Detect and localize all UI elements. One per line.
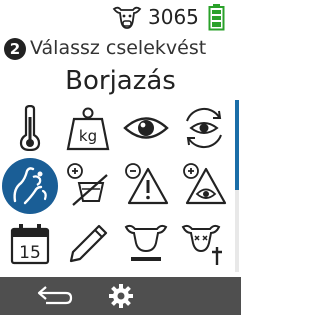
action-observe-add[interactable] <box>178 158 230 210</box>
action-calendar[interactable]: 15 <box>4 218 56 270</box>
eye-recheck-icon <box>186 107 222 149</box>
action-remove-cow[interactable] <box>120 218 172 270</box>
page-subtitle: Borjazás <box>65 66 176 96</box>
status-bar: 3065 <box>0 0 241 34</box>
battery-full-icon <box>208 4 225 31</box>
action-observe-recheck[interactable] <box>178 102 230 154</box>
cow-dead-icon <box>181 224 222 265</box>
scrollbar-thumb[interactable] <box>235 100 239 190</box>
calving-icon <box>13 167 47 205</box>
cow-remove-icon <box>124 224 168 261</box>
cow-head-icon <box>112 6 142 29</box>
thermometer-icon <box>19 105 41 151</box>
back-arrow-icon[interactable] <box>36 283 74 307</box>
page-title: Válassz cselekvést <box>30 37 207 59</box>
action-weight[interactable]: kg <box>62 102 114 154</box>
calendar-icon: 15 <box>10 224 50 265</box>
action-grid: kg 15 <box>0 102 232 274</box>
svg-text:15: 15 <box>19 243 41 263</box>
pencil-icon <box>69 224 108 263</box>
weight-kg-icon: kg <box>66 107 110 151</box>
eye-plus-icon <box>183 163 227 205</box>
milk-no-icon <box>67 163 108 206</box>
action-edit[interactable] <box>62 218 114 270</box>
action-dead-cow[interactable] <box>178 218 230 270</box>
svg-text:kg: kg <box>79 127 97 145</box>
action-warning[interactable] <box>120 158 172 210</box>
step-number-badge: 2 <box>4 38 26 60</box>
action-observe[interactable] <box>120 102 172 154</box>
animal-count: 3065 <box>148 5 199 29</box>
action-calving[interactable] <box>2 158 58 214</box>
action-thermometer[interactable] <box>4 102 56 154</box>
gear-icon[interactable] <box>108 283 134 309</box>
warning-icon <box>125 163 169 205</box>
action-no-milk[interactable] <box>62 158 114 210</box>
eye-icon <box>123 117 169 139</box>
